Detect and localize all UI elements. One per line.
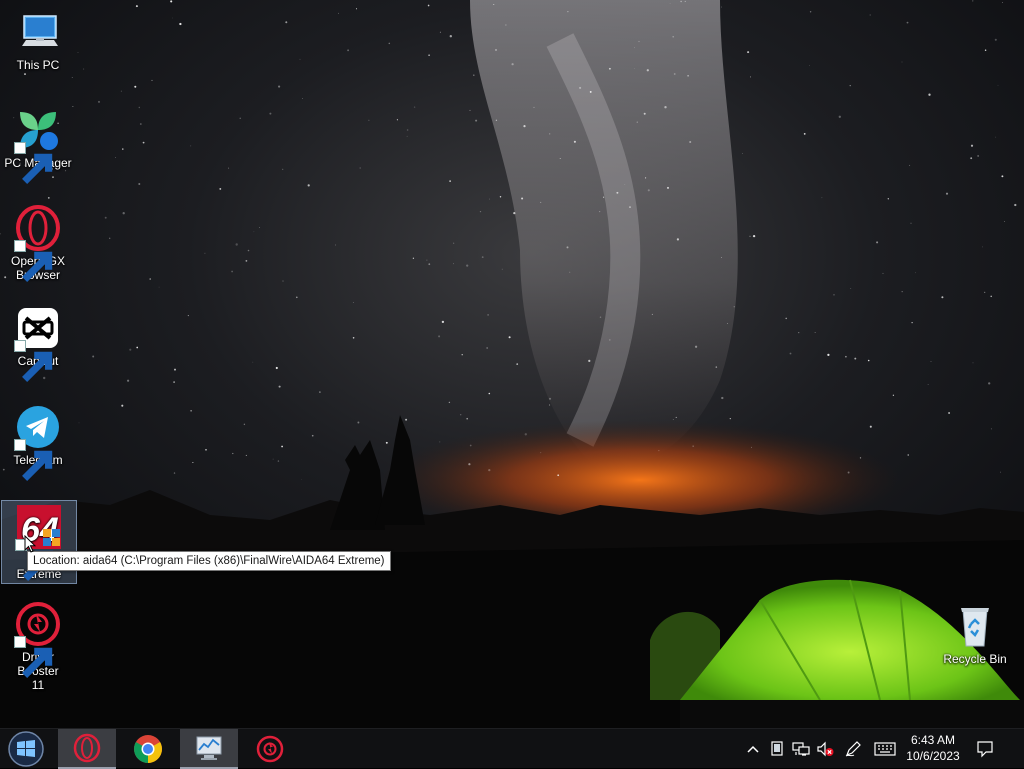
network-icon (792, 742, 810, 756)
start-icon (8, 731, 44, 767)
tablet-icon (771, 741, 783, 756)
taskbar-driver-booster[interactable] (244, 729, 296, 769)
telegram-icon (14, 403, 62, 481)
desktop-icon-pc-manager[interactable]: PC Manager (0, 104, 76, 184)
shortcut-arrow-icon (14, 439, 53, 481)
start-button[interactable] (0, 729, 52, 769)
desktop-icon-recycle-bin[interactable]: Recycle Bin (937, 600, 1013, 672)
desktop-icon-opera-gx[interactable]: Opera GX Browser (0, 202, 76, 288)
action-center-button[interactable] (975, 739, 995, 759)
action-center-icon (977, 741, 993, 758)
tray-volume[interactable] (815, 739, 835, 759)
capcut-icon (14, 304, 62, 382)
tray-tablet[interactable] (767, 739, 787, 759)
tray-network[interactable] (791, 739, 811, 759)
desktop-icon-label: This PC (16, 58, 60, 72)
location-tooltip: Location: aida64 (C:\Program Files (x86)… (27, 551, 391, 571)
keyboard-icon (874, 742, 896, 756)
desktop-icon-driver-booster[interactable]: Driver Booster 11 (0, 598, 76, 692)
opera-gx-icon (14, 204, 62, 282)
clock-time: 6:43 AM (910, 733, 956, 747)
this-pc-icon (14, 8, 62, 56)
pc-manager-icon (14, 106, 62, 184)
desktop-icon-telegram[interactable]: Telegram (0, 401, 76, 481)
chevron-up-icon (747, 745, 759, 753)
tray-touch-keyboard[interactable] (873, 739, 897, 759)
driver-booster-icon (256, 735, 284, 763)
shortcut-arrow-icon (14, 340, 53, 382)
desktop-wallpaper (0, 0, 1024, 728)
clock-date: 10/6/2023 (906, 749, 960, 763)
desktop-icon-this-pc[interactable]: This PC (0, 6, 76, 78)
show-hidden-icons-button[interactable] (743, 739, 763, 759)
aida64-icon: 64 (15, 503, 63, 581)
driver-booster-icon (14, 600, 62, 678)
taskbar-clock[interactable]: 6:43 AM 10/6/2023 (900, 732, 966, 764)
chrome-icon (134, 735, 162, 763)
desktop-icon-aida64[interactable]: 64 A Extreme (1, 500, 77, 584)
recycle-bin-icon (951, 602, 999, 650)
resource-monitor-icon (196, 736, 222, 760)
shortcut-arrow-icon (14, 240, 53, 282)
shortcut-arrow-icon (14, 142, 53, 184)
shortcut-arrow-icon (14, 636, 53, 678)
tray-pen-workspace[interactable] (843, 739, 863, 759)
taskbar: 6:43 AM 10/6/2023 (0, 728, 1024, 769)
desktop-icon-label: Recycle Bin (943, 652, 1007, 666)
taskbar-resource-monitor[interactable] (180, 729, 238, 769)
volume-muted-icon (817, 741, 834, 757)
taskbar-chrome[interactable] (122, 729, 174, 769)
mouse-cursor-icon (24, 535, 36, 553)
pen-icon (845, 741, 861, 757)
opera-gx-icon (73, 733, 101, 763)
taskbar-opera-gx[interactable] (58, 729, 116, 769)
desktop-icon-capcut[interactable]: CapCut (0, 302, 76, 382)
